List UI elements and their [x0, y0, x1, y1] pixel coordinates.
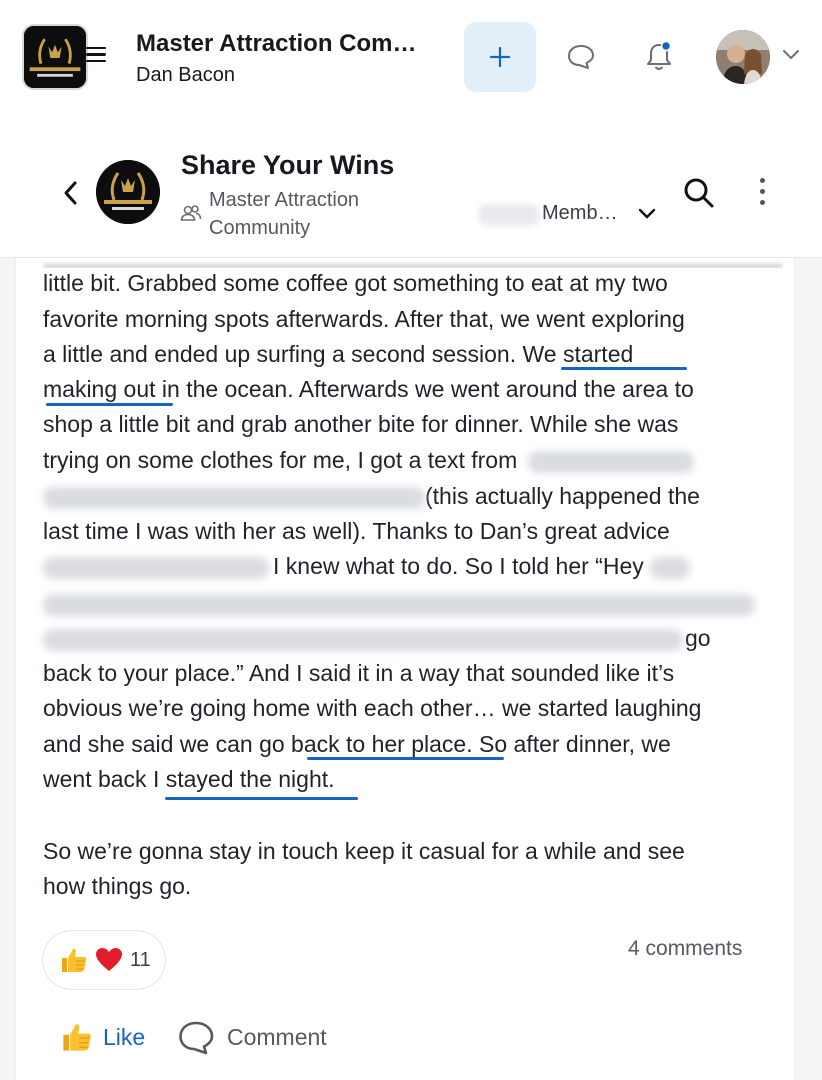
- redacted-text: [43, 486, 425, 509]
- group-header: Share Your Wins Master Attraction Commun…: [0, 118, 822, 258]
- post-text-line: last time I was with her as well). Thank…: [43, 518, 670, 544]
- laurel-logo-icon: [24, 26, 86, 88]
- post-text-line: making out in the ocean. Afterwards we w…: [43, 376, 694, 402]
- thumbs-up-icon[interactable]: [60, 1020, 94, 1054]
- highlight-underline: [165, 797, 358, 800]
- post-text-line: and she said we can go back to her place…: [43, 731, 671, 757]
- create-button[interactable]: [464, 22, 536, 92]
- app-subtitle: Dan Bacon: [136, 64, 235, 86]
- page-background-left: [0, 258, 15, 1080]
- user-avatar[interactable]: [716, 30, 770, 84]
- top-app-bar: Master Attraction Com… Dan Bacon: [0, 0, 822, 118]
- redacted-text: [527, 450, 694, 473]
- comments-count-link[interactable]: 4 comments: [628, 937, 742, 961]
- reaction-count: 11: [130, 949, 151, 971]
- thumbs-up-emoji-icon: [62, 948, 87, 972]
- page-background-right: [795, 258, 822, 1080]
- chevron-left-icon[interactable]: [62, 180, 80, 206]
- post-text-segment: go: [685, 625, 711, 651]
- app-title[interactable]: Master Attraction Com…: [136, 30, 416, 58]
- chevron-down-icon[interactable]: [782, 49, 800, 61]
- chevron-down-icon[interactable]: [638, 208, 656, 220]
- post-text-line: [43, 588, 755, 618]
- laurel-logo-icon: [96, 160, 160, 224]
- post-text-line: favorite morning spots afterwards. After…: [43, 306, 685, 332]
- post-text-segment: I knew what to do. So I told her “Hey: [273, 553, 644, 579]
- post-text-line: little bit. Grabbed some coffee got some…: [43, 270, 668, 296]
- post-text-line: trying on some clothes for me, I got a t…: [43, 445, 694, 475]
- post-text-line: went back I stayed the night.: [43, 766, 335, 792]
- post-text-line: I knew what to do. So I told her “Hey: [43, 551, 691, 581]
- members-dropdown-label[interactable]: Memb…: [542, 202, 618, 225]
- post-text-line: (this actually happened the: [43, 481, 700, 511]
- chat-bubble-icon[interactable]: [566, 43, 596, 71]
- highlight-underline: [307, 757, 504, 760]
- people-icon: [180, 205, 202, 221]
- community-name[interactable]: Master Attraction Community: [209, 186, 399, 242]
- comment-bubble-icon[interactable]: [177, 1020, 215, 1056]
- redacted-text: [650, 556, 691, 579]
- post-text-line: obvious we’re going home with each other…: [43, 695, 702, 721]
- post-text-line: So we’re gonna stay in touch keep it cas…: [43, 838, 685, 864]
- plus-icon: [489, 46, 511, 68]
- redacted-text: [43, 628, 683, 651]
- members-avatars-redacted: [478, 204, 540, 226]
- highlight-underline: [561, 367, 687, 370]
- kebab-menu-icon[interactable]: [758, 178, 766, 208]
- post-text-line: how things go.: [43, 873, 192, 899]
- highlight-underline: [46, 403, 173, 406]
- search-icon[interactable]: [682, 176, 716, 210]
- post-text-line: go: [43, 623, 711, 653]
- post-text-segment: trying on some clothes for me, I got a t…: [43, 447, 518, 473]
- post-text-line: back to your place.” And I said it in a …: [43, 660, 675, 686]
- like-label[interactable]: Like: [103, 1024, 145, 1051]
- post-text-line: a little and ended up surfing a second s…: [43, 341, 634, 367]
- bell-icon[interactable]: [644, 40, 674, 72]
- heart-emoji-icon: [96, 948, 122, 971]
- post-text-segment: (this actually happened the: [425, 483, 700, 509]
- clipped-text-line: [43, 250, 783, 268]
- post-text-line: shop a little bit and grab another bite …: [43, 411, 679, 437]
- channel-title: Share Your Wins: [181, 150, 395, 180]
- comment-label[interactable]: Comment: [227, 1024, 327, 1051]
- menu-icon[interactable]: [86, 47, 106, 67]
- redacted-text: [43, 593, 755, 616]
- community-logo[interactable]: [22, 24, 88, 90]
- redacted-text: [43, 556, 269, 579]
- group-logo[interactable]: [96, 160, 160, 224]
